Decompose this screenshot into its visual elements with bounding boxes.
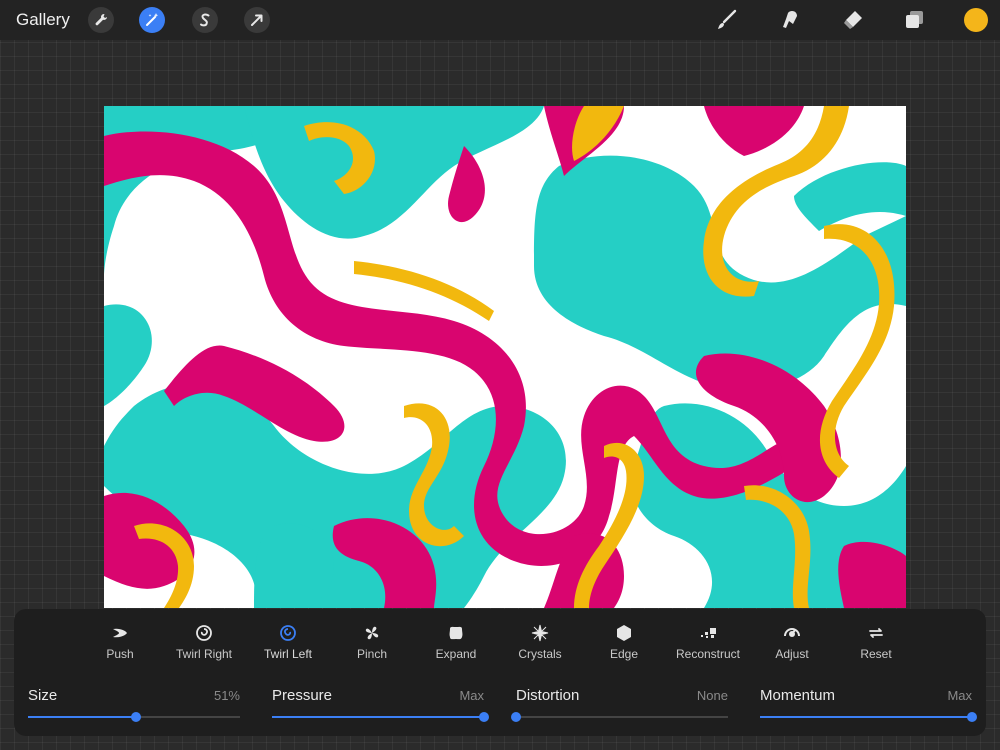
pressure-track[interactable] xyxy=(272,712,489,722)
crystals-icon xyxy=(495,623,585,643)
magic-wand-icon[interactable] xyxy=(139,7,165,33)
distortion-track[interactable] xyxy=(511,712,728,722)
liquify-mode-label: Twirl Left xyxy=(263,647,312,661)
liquify-mode-expand[interactable]: Expand xyxy=(411,623,501,661)
brush-icon[interactable] xyxy=(714,7,740,33)
smudge-icon[interactable] xyxy=(777,7,803,33)
liquify-mode-crystals[interactable]: Crystals xyxy=(495,623,585,661)
liquify-mode-twirl-left[interactable]: Twirl Left xyxy=(243,623,333,661)
momentum-track[interactable] xyxy=(760,712,977,722)
pressure-slider[interactable]: Pressure Max xyxy=(272,687,489,727)
expand-icon xyxy=(411,623,501,643)
push-icon xyxy=(75,623,165,643)
size-fill xyxy=(28,716,137,718)
liquify-mode-label: Twirl Right xyxy=(175,647,232,661)
distortion-slider[interactable]: Distortion None xyxy=(511,687,728,727)
distortion-label: Distortion xyxy=(516,687,580,704)
size-slider[interactable]: Size 51% xyxy=(28,687,240,727)
liquify-mode-label: Push xyxy=(106,647,134,661)
liquify-mode-edge[interactable]: Edge xyxy=(579,623,669,661)
liquify-mode-pinch[interactable]: Pinch xyxy=(327,623,417,661)
liquify-mode-label: Reset xyxy=(860,647,892,661)
pressure-knob[interactable] xyxy=(479,712,489,722)
liquify-modes: Push Twirl Right Twirl Left Pinch Expand Crys… xyxy=(14,623,986,663)
reset-icon xyxy=(831,623,921,643)
momentum-fill xyxy=(760,716,972,718)
liquify-mode-label: Pinch xyxy=(356,647,388,661)
liquify-mode-reconstruct[interactable]: Reconstruct xyxy=(663,623,753,661)
pressure-fill xyxy=(272,716,484,718)
distortion-value: None xyxy=(696,688,728,703)
momentum-value: Max xyxy=(947,688,972,703)
pressure-label: Pressure xyxy=(272,687,333,704)
top-toolbar: Gallery xyxy=(0,0,1000,40)
size-knob[interactable] xyxy=(131,712,142,722)
liquify-marble-artwork xyxy=(104,106,906,608)
wrench-icon[interactable] xyxy=(88,7,114,33)
twirl-right-icon xyxy=(159,623,249,643)
selection-s-icon[interactable] xyxy=(192,7,218,33)
pressure-value: Max xyxy=(459,688,484,703)
momentum-slider[interactable]: Momentum Max xyxy=(760,687,977,727)
adjust-icon xyxy=(747,623,837,643)
liquify-mode-twirl-right[interactable]: Twirl Right xyxy=(159,623,249,661)
liquify-mode-label: Reconstruct xyxy=(675,647,741,661)
transform-arrow-icon[interactable] xyxy=(244,7,270,33)
size-label: Size xyxy=(28,687,58,704)
liquify-panel: Push Twirl Right Twirl Left Pinch Expand Crys… xyxy=(14,609,986,736)
canvas-artwork[interactable] xyxy=(104,106,906,608)
layers-icon[interactable] xyxy=(902,7,928,33)
liquify-mode-label: Crystals xyxy=(518,647,562,661)
eraser-icon[interactable] xyxy=(840,7,866,33)
gallery-button[interactable]: Gallery xyxy=(16,10,70,30)
edge-icon xyxy=(579,623,669,643)
size-track[interactable] xyxy=(28,712,240,722)
momentum-label: Momentum xyxy=(760,687,836,704)
liquify-mode-adjust[interactable]: Adjust xyxy=(747,623,837,661)
magenta-marble-shape xyxy=(838,541,906,608)
pinch-icon xyxy=(327,623,417,643)
momentum-knob[interactable] xyxy=(967,712,977,722)
liquify-mode-reset[interactable]: Reset xyxy=(831,623,921,661)
distortion-knob[interactable] xyxy=(511,712,521,722)
liquify-mode-label: Expand xyxy=(435,647,477,661)
size-value: 51% xyxy=(213,688,240,703)
liquify-mode-label: Edge xyxy=(609,647,639,661)
twirl-left-icon xyxy=(243,623,333,643)
liquify-mode-push[interactable]: Push xyxy=(75,623,165,661)
reconstruct-icon xyxy=(663,623,753,643)
liquify-mode-label: Adjust xyxy=(775,647,809,661)
current-color-swatch[interactable] xyxy=(964,8,988,32)
